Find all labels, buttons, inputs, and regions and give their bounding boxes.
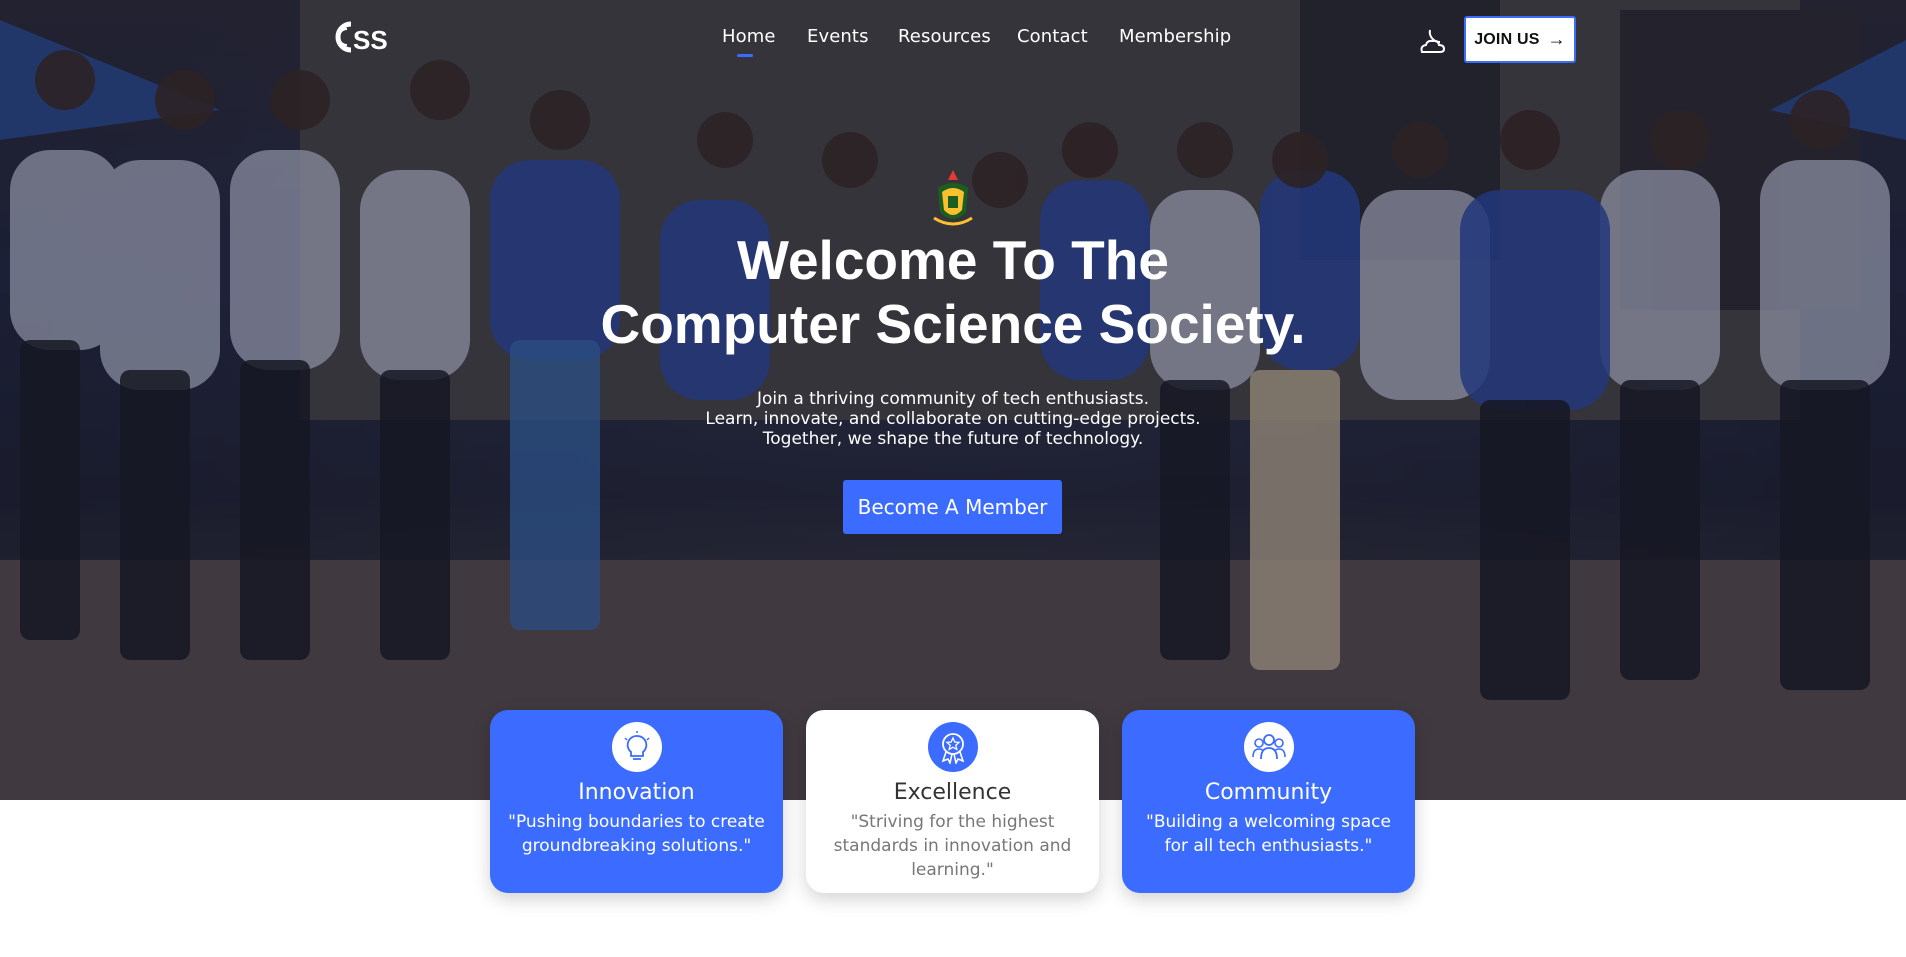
card-text: "Striving for the highest standards in i… <box>833 812 1072 880</box>
value-card-excellence: Excellence "Striving for the highest sta… <box>806 710 1099 893</box>
card-title: Community <box>1204 780 1333 805</box>
award-badge-icon <box>941 733 964 764</box>
hero-subtitle-line1: Join a thriving community of tech enthus… <box>757 389 1149 409</box>
hero-subtitle-line2: Learn, innovate, and collaborate on cutt… <box>705 409 1201 429</box>
hero-title: Welcome To The Computer Science Society. <box>503 228 1403 356</box>
icon-circle <box>927 722 978 772</box>
card-text: "Pushing boundaries to create groundbrea… <box>508 812 765 856</box>
value-card-community: Community "Building a welcoming space fo… <box>1122 710 1415 893</box>
icon-circle <box>1243 722 1294 772</box>
hero-subtitle-line3: Together, we shape the future of technol… <box>762 429 1144 449</box>
logo-icon[interactable]: SS <box>333 20 395 54</box>
card-title: Excellence <box>893 780 1012 805</box>
card-text: "Building a welcoming space for all tech… <box>1146 812 1391 856</box>
nav-link-membership[interactable]: Membership <box>1119 26 1231 47</box>
moon-cloud-icon[interactable] <box>1416 24 1450 58</box>
hero-title-line1: Welcome To The <box>737 229 1169 291</box>
arrow-right-icon: → <box>1547 29 1566 49</box>
value-card-innovation: Innovation "Pushing boundaries to create… <box>490 710 783 893</box>
nav-link-resources[interactable]: Resources <box>898 26 991 47</box>
university-crest-icon <box>933 170 973 226</box>
lightbulb-icon <box>623 731 650 760</box>
hero-subtitle: Join a thriving community of tech enthus… <box>553 389 1353 449</box>
join-us-label: JOIN US <box>1474 30 1540 48</box>
nav-link-contact[interactable]: Contact <box>1017 26 1088 47</box>
nav-link-home[interactable]: Home <box>722 26 776 57</box>
svg-text:SS: SS <box>353 25 388 54</box>
become-member-button[interactable]: Become A Member <box>843 480 1062 534</box>
hero-title-line2: Computer Science Society. <box>600 293 1306 355</box>
join-us-button[interactable]: JOIN US → <box>1464 16 1576 63</box>
icon-circle <box>611 722 662 772</box>
card-title: Innovation <box>578 780 695 805</box>
nav-link-events[interactable]: Events <box>807 26 869 47</box>
people-group-icon <box>1251 734 1286 760</box>
